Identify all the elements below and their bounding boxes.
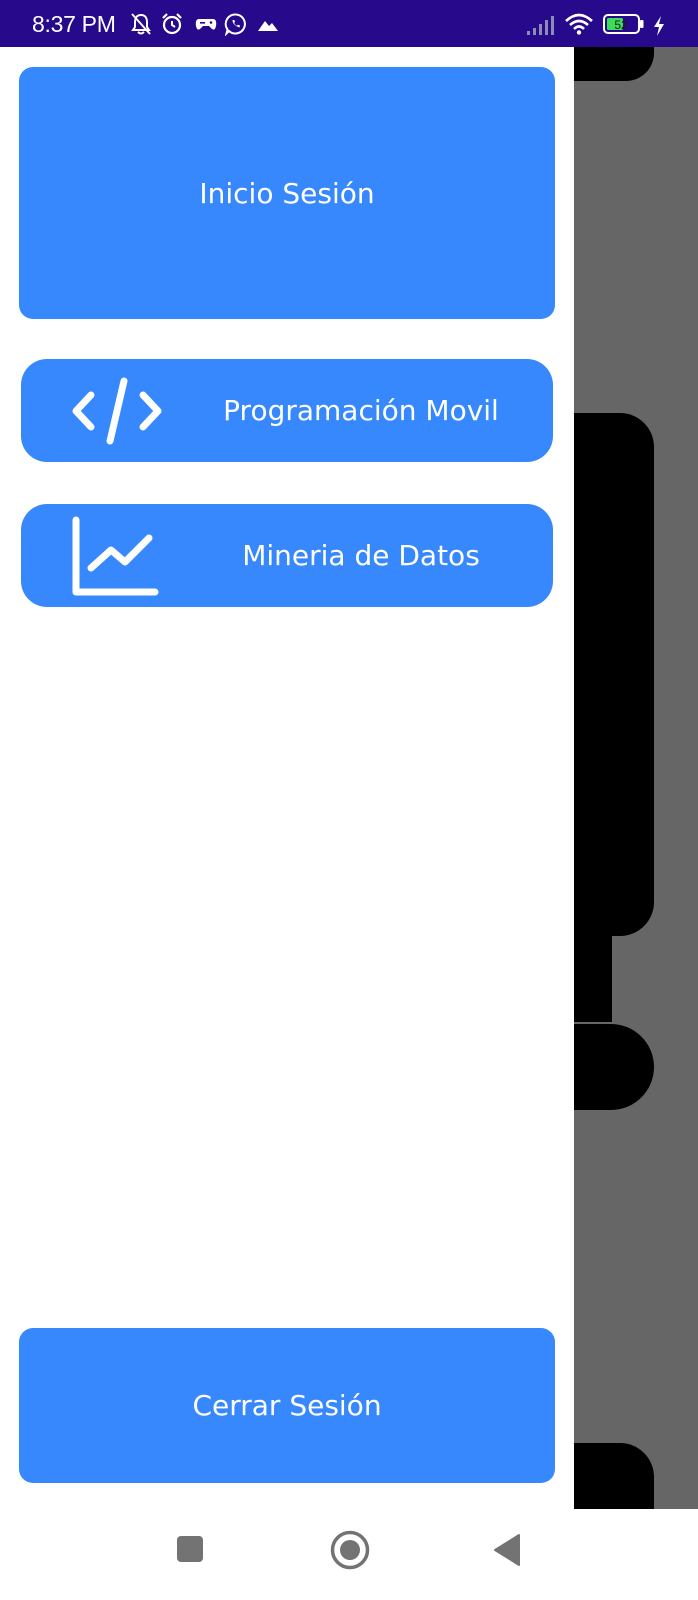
- background-card: [574, 1443, 654, 1509]
- menu-item-mineria-de-datos[interactable]: Mineria de Datos: [21, 504, 553, 607]
- background-card: [574, 413, 654, 936]
- menu-item-label: Mineria de Datos: [242, 539, 480, 572]
- mute-icon: [131, 13, 151, 35]
- wifi-icon: [565, 13, 593, 35]
- cloud-icon: [258, 21, 278, 31]
- recents-button[interactable]: [176, 1535, 204, 1563]
- logout-button[interactable]: Cerrar Sesión: [19, 1328, 555, 1483]
- signal-icon: [527, 16, 554, 35]
- status-time: 8:37 PM: [32, 11, 116, 37]
- home-button[interactable]: [330, 1530, 370, 1570]
- status-bar: 8:37 PM 52: [0, 0, 698, 47]
- navigation-drawer: Inicio Sesión Programación Movil Mineria…: [0, 47, 574, 1509]
- battery-level: 52: [614, 18, 628, 32]
- game-icon: [195, 19, 217, 30]
- background-app-scrim[interactable]: [574, 47, 698, 1509]
- chart-line-icon: [72, 516, 159, 596]
- background-card: [574, 917, 612, 1022]
- battery-icon: 52: [603, 14, 644, 34]
- logout-label: Cerrar Sesión: [192, 1389, 382, 1422]
- menu-item-label: Programación Movil: [223, 394, 499, 427]
- whatsapp-icon: [224, 13, 246, 36]
- system-nav-bar: [0, 1509, 698, 1600]
- login-header-button[interactable]: Inicio Sesión: [19, 67, 555, 319]
- code-icon: [72, 377, 162, 445]
- background-card: [574, 1024, 654, 1110]
- login-header-label: Inicio Sesión: [199, 176, 375, 210]
- background-card: [574, 47, 654, 81]
- charging-icon: [654, 16, 664, 36]
- alarm-icon: [162, 13, 182, 35]
- menu-item-programacion-movil[interactable]: Programación Movil: [21, 359, 553, 462]
- back-button[interactable]: [492, 1533, 522, 1567]
